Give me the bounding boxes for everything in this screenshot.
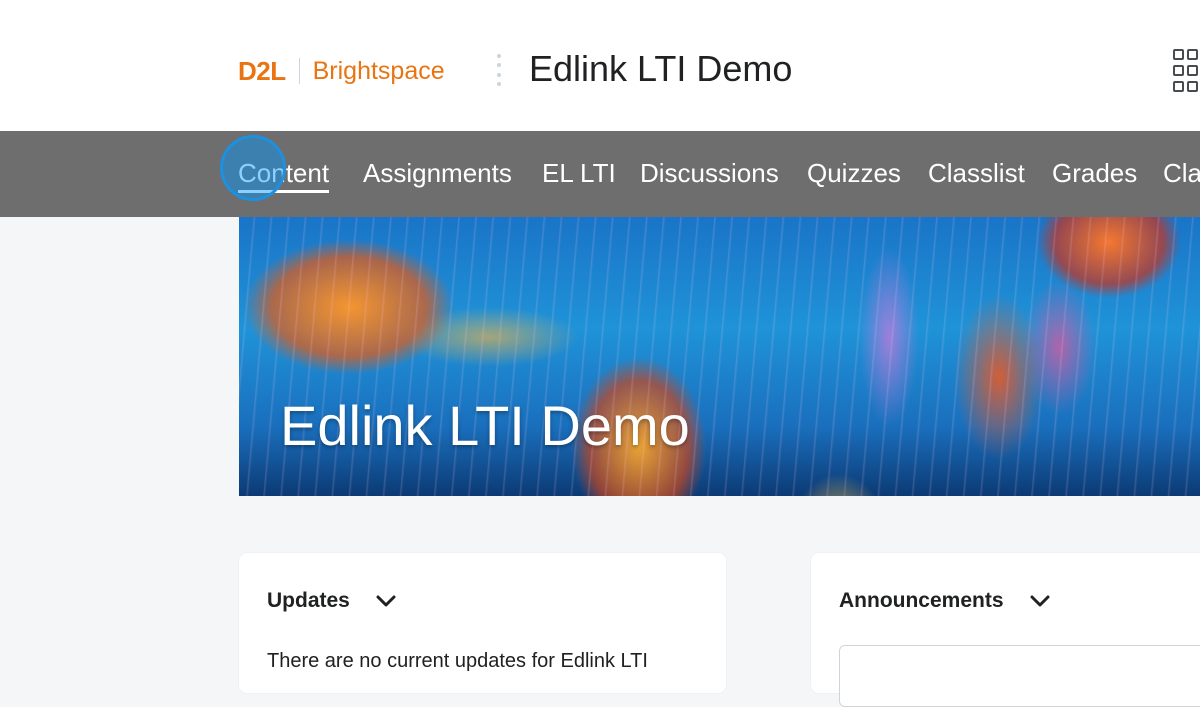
jellyfish-banner-image: Edlink LTI Demo bbox=[239, 217, 1200, 496]
nav-item-assignments[interactable]: Assignments bbox=[363, 158, 512, 189]
nav-item-classlist[interactable]: Classlist bbox=[928, 158, 1025, 189]
logo-product-text: Brightspace bbox=[312, 56, 445, 85]
announcements-title: Announcements bbox=[839, 589, 1004, 612]
d2l-brightspace-logo[interactable]: D2L Brightspace bbox=[238, 55, 445, 87]
nav-item-discussions[interactable]: Discussions bbox=[640, 158, 779, 189]
chevron-down-icon[interactable] bbox=[1030, 594, 1050, 608]
waffle-grid-icon[interactable] bbox=[1173, 49, 1200, 92]
header-separator bbox=[496, 54, 502, 86]
announcements-widget: Announcements bbox=[811, 553, 1200, 707]
nav-item-quizzes[interactable]: Quizzes bbox=[807, 158, 901, 189]
course-title[interactable]: Edlink LTI Demo bbox=[529, 48, 792, 90]
updates-widget: Updates There are no current updates for… bbox=[239, 553, 726, 693]
nav-item-content[interactable]: Content bbox=[238, 158, 330, 193]
logo-divider bbox=[298, 58, 300, 84]
announcement-card[interactable] bbox=[839, 645, 1200, 707]
updates-title: Updates bbox=[267, 589, 350, 612]
nav-item-el-lti[interactable]: EL LTI bbox=[542, 158, 616, 189]
top-header: D2L Brightspace Edlink LTI Demo bbox=[0, 0, 1200, 131]
chevron-down-icon[interactable] bbox=[376, 594, 396, 608]
nav-item-grades[interactable]: Grades bbox=[1052, 158, 1137, 189]
nav-item-truncated[interactable]: Cla bbox=[1163, 158, 1200, 189]
logo-brand-text: D2L bbox=[238, 55, 286, 86]
course-navbar: Content Assignments EL LTI Discussions Q… bbox=[0, 131, 1200, 217]
updates-header: Updates bbox=[267, 589, 396, 613]
banner-title: Edlink LTI Demo bbox=[280, 394, 690, 457]
announcements-header: Announcements bbox=[839, 589, 1050, 613]
